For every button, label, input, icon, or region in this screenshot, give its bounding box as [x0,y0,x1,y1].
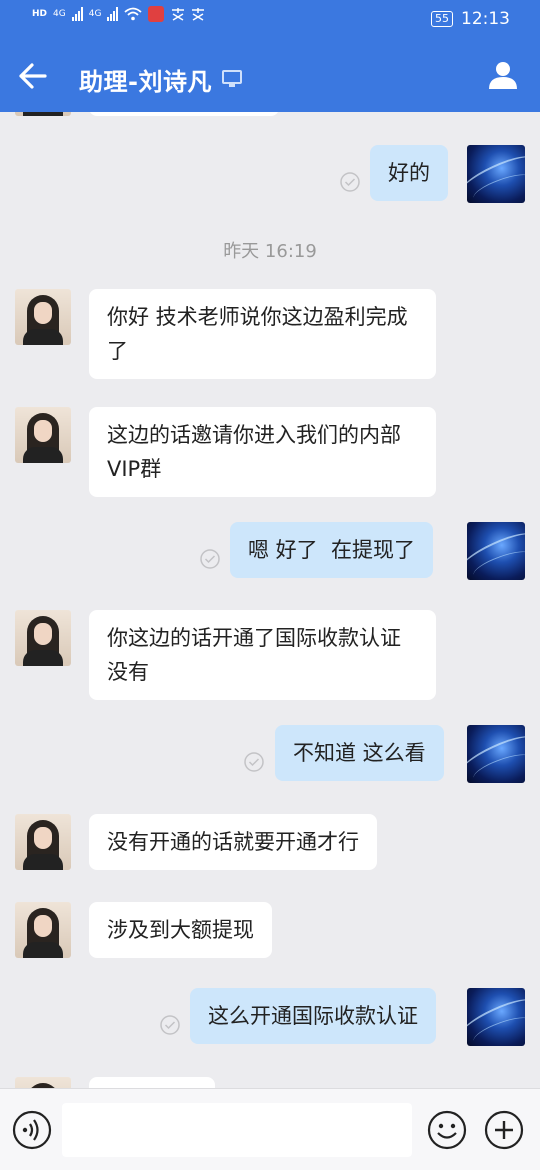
status-right: 55 12:13 [431,9,510,29]
contact-avatar[interactable] [15,112,71,116]
contact-avatar[interactable] [15,289,71,345]
signal-icon [71,7,83,21]
battery-indicator: 55 [431,11,453,27]
check-circle-icon [340,172,360,192]
wifi-icon [124,7,143,21]
contact-avatar[interactable] [15,902,71,958]
message-bubble-incoming[interactable]: 你这边的话开通了国际收款认证没有 [89,610,436,700]
signal-icon-2 [107,7,119,21]
status-time: 12:13 [461,9,510,29]
smiley-icon[interactable] [427,1110,467,1150]
page-title: 助理-刘诗凡 [79,68,212,96]
hd-label: HD [32,9,48,19]
message-bubble-outgoing[interactable]: 嗯 好了 在提现了 [230,522,434,578]
input-bar [0,1088,540,1170]
partial-message-bubble [89,1077,215,1088]
my-avatar[interactable] [467,145,525,203]
message-bubble-outgoing[interactable]: 好的 [370,145,448,201]
notification-icon [172,8,205,21]
network-4g-label-2: 4G [88,9,102,19]
arrow-left-icon[interactable] [18,58,48,94]
voice-icon[interactable] [12,1110,52,1150]
network-4g-label-1: 4G [53,9,66,19]
message-bubble-incoming[interactable]: 涉及到大额提现 [89,902,272,958]
check-circle-icon [160,1015,180,1035]
message-bubble-incoming[interactable]: 这边的话邀请你进入我们的内部VIP群 [89,407,436,497]
message-input[interactable] [62,1103,412,1157]
check-circle-icon [244,752,264,772]
check-circle-icon [200,549,220,569]
my-avatar[interactable] [467,988,525,1046]
app-notification-icon [148,6,165,22]
status-bar: HD 4G 4G 55 12:13 [0,0,540,40]
contact-avatar[interactable] [15,1077,71,1088]
status-left: HD 4G 4G [32,6,208,22]
contact-avatar[interactable] [15,407,71,463]
chat-header: 助理-刘诗凡 [0,40,540,112]
contact-avatar[interactable] [15,610,71,666]
chat-timestamp: 昨天 16:19 [223,241,317,262]
chat-area[interactable]: 好的 昨天 16:19 你好 技术老师说你这边盈利完成了 这边的话邀请你进入我们… [0,112,540,1088]
message-bubble-outgoing[interactable]: 不知道 这么看 [275,725,444,781]
contact-avatar[interactable] [15,814,71,870]
plus-icon[interactable] [484,1110,524,1150]
person-icon[interactable] [488,60,518,90]
message-bubble-incoming[interactable]: 你好 技术老师说你这边盈利完成了 [89,289,436,379]
computer-icon [222,70,242,87]
my-avatar[interactable] [467,522,525,580]
my-avatar[interactable] [467,725,525,783]
partial-message-bubble [89,112,279,116]
message-bubble-outgoing[interactable]: 这么开通国际收款认证 [190,988,436,1044]
message-bubble-incoming[interactable]: 没有开通的话就要开通才行 [89,814,377,870]
